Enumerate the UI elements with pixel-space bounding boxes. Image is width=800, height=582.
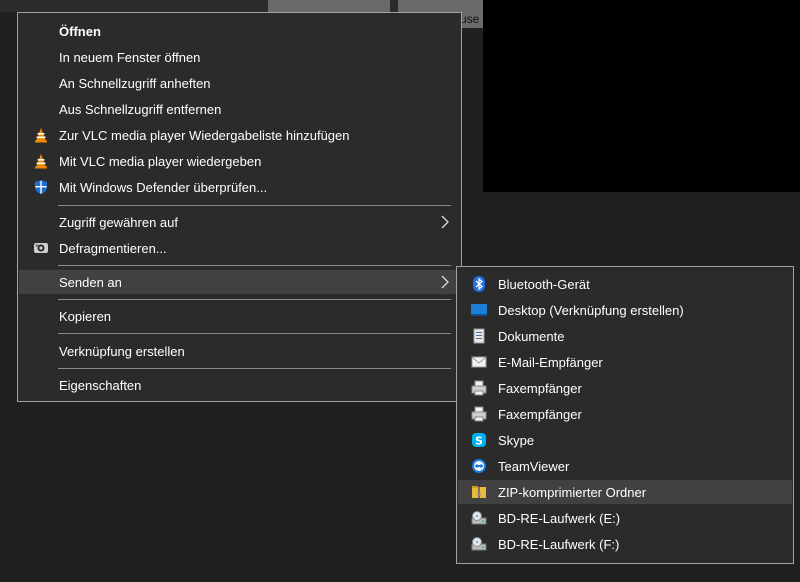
- submenu-item-label: Desktop (Verknüpfung erstellen): [498, 302, 684, 318]
- windows-defender-shield-icon: [32, 178, 50, 196]
- documents-icon: [470, 327, 488, 345]
- submenu-item-zip[interactable]: ZIP-komprimierter Ordner: [458, 480, 792, 504]
- context-menu: Öffnen In neuem Fenster öffnen An Schnel…: [17, 12, 462, 402]
- menu-separator: [58, 299, 451, 300]
- menu-item-create-shortcut[interactable]: Verknüpfung erstellen: [19, 339, 460, 363]
- menu-item-defragment[interactable]: Defragmentieren...: [19, 236, 460, 260]
- zip-folder-icon: [470, 483, 488, 501]
- background-thumbnail-label: use: [460, 12, 480, 26]
- menu-separator: [58, 205, 451, 206]
- menu-item-label: Öffnen: [59, 23, 101, 39]
- menu-item-label: Zugriff gewähren auf: [59, 214, 178, 230]
- chevron-right-icon: [441, 275, 449, 289]
- menu-item-label: Kopieren: [59, 308, 112, 324]
- menu-separator: [58, 265, 451, 266]
- menu-item-label: Mit VLC media player wiedergeben: [59, 153, 262, 169]
- menu-item-label: Senden an: [59, 274, 122, 290]
- mail-icon: [470, 353, 488, 371]
- submenu-item-label: Skype: [498, 432, 535, 448]
- desktop-icon: [470, 301, 488, 319]
- send-to-submenu: Bluetooth-Gerät Desktop (Verknüpfung ers…: [456, 266, 794, 564]
- svg-text:S: S: [475, 435, 483, 448]
- submenu-item-documents[interactable]: Dokumente: [458, 324, 792, 348]
- submenu-item-label: BD-RE-Laufwerk (F:): [498, 536, 620, 552]
- teamviewer-icon: [470, 457, 488, 475]
- submenu-item-label: Faxempfänger: [498, 406, 582, 422]
- submenu-item-drive-f[interactable]: BD-RE-Laufwerk (F:): [458, 532, 792, 556]
- submenu-item-teamviewer[interactable]: TeamViewer: [458, 454, 792, 478]
- menu-item-open-new-window[interactable]: In neuem Fenster öffnen: [19, 45, 460, 69]
- menu-item-label: Eigenschaften: [59, 377, 142, 393]
- disc-drive-icon: [470, 535, 488, 553]
- skype-icon: S: [470, 431, 488, 449]
- submenu-item-mail[interactable]: E-Mail-Empfänger: [458, 350, 792, 374]
- menu-item-label: Mit Windows Defender überprüfen...: [59, 179, 268, 195]
- submenu-item-fax[interactable]: Faxempfänger: [458, 376, 792, 400]
- menu-item-copy[interactable]: Kopieren: [19, 304, 460, 328]
- vlc-cone-icon: [32, 126, 50, 144]
- menu-item-open[interactable]: Öffnen: [19, 19, 460, 43]
- menu-item-label: Verknüpfung erstellen: [59, 343, 185, 359]
- submenu-item-label: ZIP-komprimierter Ordner: [498, 484, 647, 500]
- disc-drive-icon: [470, 509, 488, 527]
- fax-icon: [470, 379, 488, 397]
- menu-item-properties[interactable]: Eigenschaften: [19, 373, 460, 397]
- menu-item-label: Zur VLC media player Wiedergabeliste hin…: [59, 127, 350, 143]
- submenu-item-skype[interactable]: S Skype: [458, 428, 792, 452]
- menu-item-give-access[interactable]: Zugriff gewähren auf: [19, 210, 460, 234]
- menu-separator: [58, 368, 451, 369]
- fax-icon: [470, 405, 488, 423]
- submenu-item-label: E-Mail-Empfänger: [498, 354, 603, 370]
- submenu-item-fax[interactable]: Faxempfänger: [458, 402, 792, 426]
- submenu-item-label: Faxempfänger: [498, 380, 582, 396]
- menu-item-vlc-add-playlist[interactable]: Zur VLC media player Wiedergabeliste hin…: [19, 123, 460, 147]
- submenu-item-label: TeamViewer: [498, 458, 570, 474]
- submenu-item-label: Dokumente: [498, 328, 565, 344]
- menu-item-send-to[interactable]: Senden an: [19, 270, 460, 294]
- defragment-icon: [32, 239, 50, 257]
- menu-item-label: An Schnellzugriff anheften: [59, 75, 211, 91]
- submenu-item-desktop[interactable]: Desktop (Verknüpfung erstellen): [458, 298, 792, 322]
- chevron-right-icon: [441, 215, 449, 229]
- submenu-item-label: BD-RE-Laufwerk (E:): [498, 510, 621, 526]
- submenu-item-label: Bluetooth-Gerät: [498, 276, 590, 292]
- menu-item-unpin-quick-access[interactable]: Aus Schnellzugriff entfernen: [19, 97, 460, 121]
- menu-item-label: Defragmentieren...: [59, 240, 167, 256]
- menu-item-defender-scan[interactable]: Mit Windows Defender überprüfen...: [19, 175, 460, 199]
- menu-separator: [58, 333, 451, 334]
- background-black-area: [483, 0, 800, 192]
- menu-item-vlc-play[interactable]: Mit VLC media player wiedergeben: [19, 149, 460, 173]
- submenu-item-bluetooth[interactable]: Bluetooth-Gerät: [458, 272, 792, 296]
- menu-item-label: In neuem Fenster öffnen: [59, 49, 201, 65]
- bluetooth-icon: [470, 275, 488, 293]
- menu-item-pin-quick-access[interactable]: An Schnellzugriff anheften: [19, 71, 460, 95]
- vlc-cone-icon: [32, 152, 50, 170]
- menu-item-label: Aus Schnellzugriff entfernen: [59, 101, 222, 117]
- submenu-item-drive-e[interactable]: BD-RE-Laufwerk (E:): [458, 506, 792, 530]
